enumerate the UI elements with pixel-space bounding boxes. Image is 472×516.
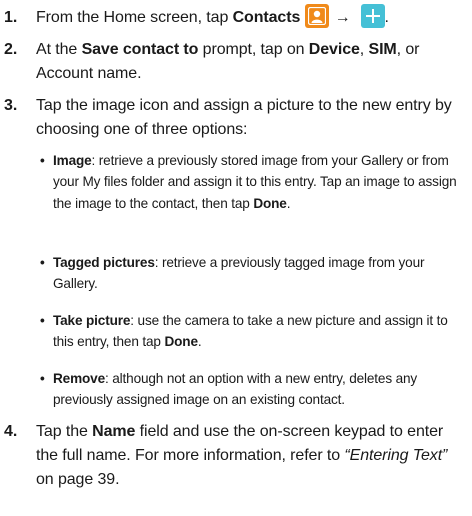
option-label: Image bbox=[53, 153, 92, 168]
option-label: Tagged pictures bbox=[53, 255, 155, 270]
step-number: 2. bbox=[4, 41, 18, 58]
contacts-app-icon bbox=[304, 4, 329, 28]
bullet-icon: • bbox=[40, 153, 45, 168]
option-tagged-pictures: • Tagged pictures: retrieve a previously… bbox=[36, 252, 464, 295]
step-text: From the Home screen, tap Contacts →. bbox=[36, 4, 462, 30]
done-label: Done bbox=[253, 195, 287, 211]
entering-text-reference: “Entering Text” bbox=[344, 447, 448, 464]
name-field-label: Name bbox=[92, 423, 136, 440]
bullet-icon: • bbox=[40, 313, 45, 328]
device-label: Device bbox=[308, 41, 360, 58]
done-label: Done bbox=[164, 334, 198, 350]
bullet-icon: • bbox=[40, 371, 45, 386]
bullet-icon: • bbox=[40, 255, 45, 270]
step-text: At the Save contact to prompt, tap on De… bbox=[36, 41, 420, 82]
option-image: • Image: retrieve a previously stored im… bbox=[36, 150, 464, 214]
step-number: 3. bbox=[4, 97, 18, 114]
step-text: Tap the image icon and assign a picture … bbox=[36, 97, 452, 138]
option-remove: • Remove: although not an option with a … bbox=[36, 368, 464, 411]
save-contact-to-label: Save contact to bbox=[81, 41, 199, 58]
step-number: 4. bbox=[4, 423, 18, 440]
step-3: 3. Tap the image icon and assign a pictu… bbox=[0, 94, 472, 144]
step-text: Tap the Name field and use the on-screen… bbox=[36, 423, 448, 488]
contacts-label: Contacts bbox=[232, 9, 301, 27]
instruction-page: 1. From the Home screen, tap Contacts →.… bbox=[0, 0, 472, 516]
plus-icon bbox=[360, 4, 385, 28]
arrow-icon: → bbox=[334, 9, 351, 27]
step-number: 1. bbox=[4, 9, 18, 26]
option-take-picture: • Take picture: use the camera to take a… bbox=[36, 310, 464, 353]
option-label: Take picture bbox=[53, 313, 131, 328]
option-label: Remove bbox=[53, 371, 105, 386]
sim-label: SIM bbox=[368, 41, 397, 58]
step-1: 1. From the Home screen, tap Contacts →. bbox=[0, 4, 472, 32]
step-4: 4. Tap the Name field and use the on-scr… bbox=[0, 420, 472, 514]
step-2: 2. At the Save contact to prompt, tap on… bbox=[0, 38, 472, 88]
